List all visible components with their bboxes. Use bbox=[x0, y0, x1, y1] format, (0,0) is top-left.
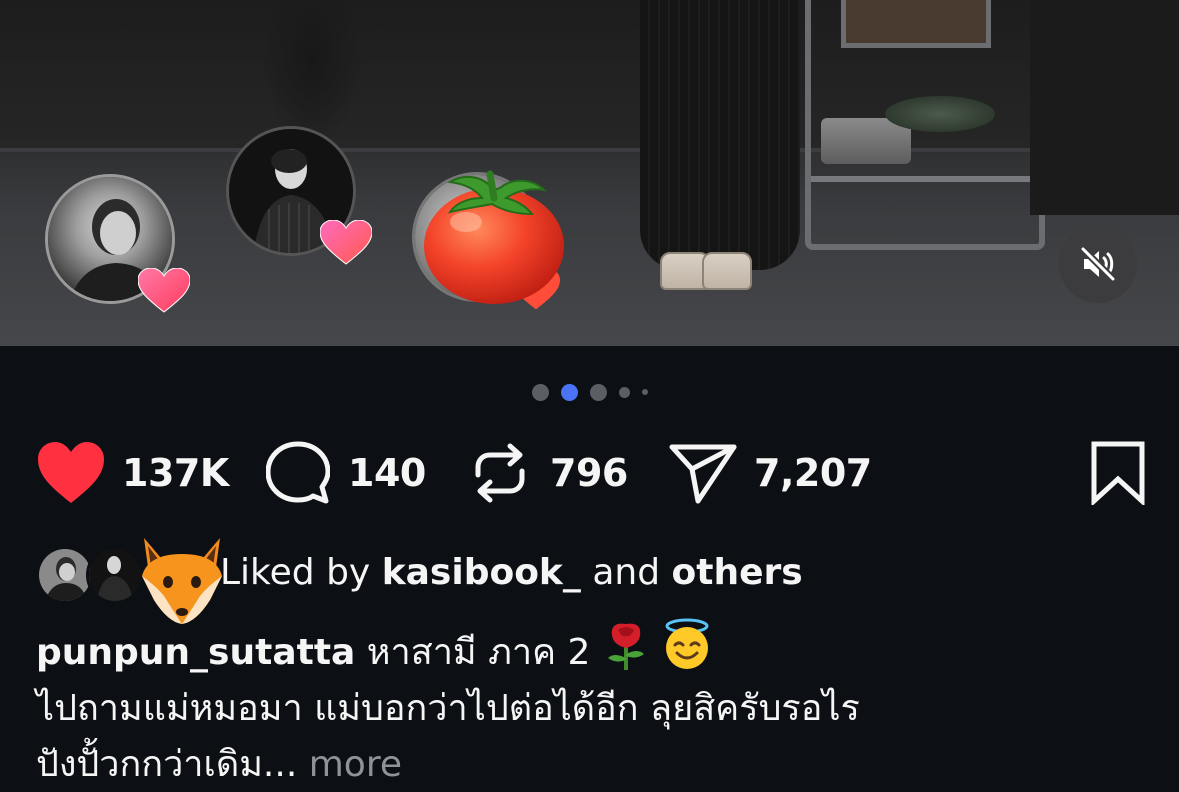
carousel-indicator bbox=[0, 382, 1179, 402]
caption-username[interactable]: punpun_sutatta bbox=[36, 632, 355, 673]
caption-line-2: ไปถามแม่หมอมา แม่บอกว่าไปต่อได้อีก ลุยสิ… bbox=[36, 688, 860, 729]
smiling-face-with-halo-emoji bbox=[665, 618, 709, 669]
share-button[interactable]: 7,207 bbox=[668, 438, 872, 508]
repost-icon bbox=[475, 443, 525, 503]
liked-by-text: Liked by kasibook_ and others bbox=[220, 552, 803, 593]
heart-icon bbox=[38, 442, 104, 503]
like-count: 137K bbox=[122, 451, 229, 495]
liked-by-prefix: Liked by bbox=[220, 552, 371, 593]
carousel-dot bbox=[531, 383, 549, 401]
like-button[interactable]: 137K bbox=[36, 438, 229, 508]
comment-button[interactable]: 140 bbox=[266, 438, 426, 508]
liked-by-others[interactable]: others bbox=[672, 552, 803, 593]
mute-button[interactable] bbox=[1059, 225, 1137, 303]
liker-username[interactable]: kasibook_ bbox=[382, 552, 581, 593]
repost-count: 796 bbox=[550, 451, 628, 495]
share-count: 7,207 bbox=[754, 451, 872, 495]
carousel-dot-active bbox=[560, 383, 578, 401]
caption-line-3: ปังปั้วกกว่าเดิม... more bbox=[36, 737, 1146, 792]
paper-plane-icon bbox=[669, 444, 737, 504]
comment-bubble-icon bbox=[266, 441, 330, 504]
caption-title: หาสามี ภาค 2 bbox=[366, 632, 591, 673]
caption-more-link[interactable]: more bbox=[309, 744, 402, 785]
shoe-right bbox=[702, 252, 752, 290]
fox-emoji bbox=[142, 538, 222, 624]
caption-line-1: punpun_sutatta หาสามี ภาค 2 bbox=[36, 618, 1146, 681]
speaker-muted-icon bbox=[1079, 245, 1117, 283]
liked-by-row[interactable]: Liked by kasibook_ and others bbox=[36, 538, 1136, 624]
caption-truncated-text: ปังปั้วกกว่าเดิม... bbox=[36, 744, 298, 785]
heart-sticker-2 bbox=[320, 220, 372, 265]
dark-cabinet bbox=[1030, 0, 1179, 215]
repost-button[interactable]: 796 bbox=[470, 438, 628, 508]
liked-by-and: and bbox=[592, 552, 661, 593]
heart-sticker-1 bbox=[138, 268, 190, 313]
carousel-dot bbox=[641, 389, 648, 395]
carousel-dot bbox=[589, 383, 607, 401]
person-legs bbox=[640, 0, 800, 270]
tomato-emoji bbox=[424, 170, 564, 304]
comment-count: 140 bbox=[348, 451, 426, 495]
post-action-bar: 137K 140 796 7,207 bbox=[36, 438, 1146, 508]
post-caption: punpun_sutatta หาสามี ภาค 2 ไปถามแม่หมอม… bbox=[36, 618, 1146, 792]
bookmark-icon bbox=[1091, 441, 1145, 505]
carousel-dot bbox=[618, 386, 630, 398]
rose-emoji bbox=[607, 623, 644, 670]
post-media[interactable] bbox=[0, 0, 1179, 346]
save-button[interactable] bbox=[1090, 438, 1146, 508]
metal-shelf bbox=[805, 0, 1045, 250]
